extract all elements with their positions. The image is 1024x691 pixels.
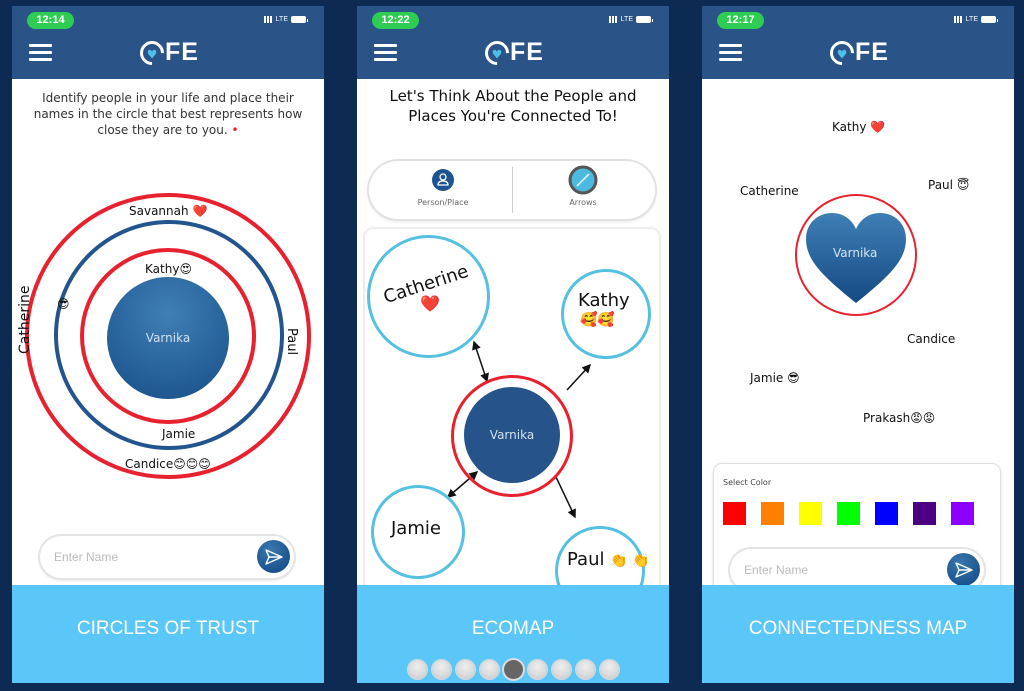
battery-icon (636, 16, 653, 23)
ecomap-node[interactable]: Catherine ❤️ (367, 235, 490, 358)
person-label[interactable]: Paul (284, 328, 299, 355)
pager-dot[interactable] (551, 660, 571, 679)
screen-caption: CONNECTEDNESS MAP (702, 585, 1014, 683)
heart-c-icon: ♥ (135, 35, 169, 70)
color-swatch-indigo[interactable] (913, 502, 936, 525)
status-time: 12:22 (372, 12, 419, 29)
color-swatch-violet[interactable] (951, 502, 974, 525)
pager-dot[interactable] (479, 660, 499, 679)
person-label[interactable]: Jamie 😎 (750, 371, 800, 385)
send-icon (264, 548, 283, 565)
center-person: Varnika (833, 246, 878, 260)
network-label: LTE (620, 16, 633, 23)
arrows-tool[interactable]: Arrows (513, 165, 653, 207)
signal-icon (953, 16, 963, 23)
instruction-text: Identify people in your life and place t… (33, 91, 303, 137)
person-icon (432, 169, 454, 191)
status-bar-icons: LTE (953, 16, 998, 23)
battery-icon (291, 16, 308, 23)
ecomap-screen: 12:22 LTE ♥ FE Let's Think About the Peo… (357, 6, 669, 683)
send-icon (954, 561, 973, 578)
app-header: 12:14 LTE ♥ FE (12, 6, 324, 79)
color-swatch-orange[interactable] (761, 502, 784, 525)
person-label[interactable]: Catherine (740, 184, 799, 198)
center-person: Varnika (464, 387, 560, 483)
signal-icon (608, 16, 618, 23)
connectedness-map-screen: 12:17 LTE ♥ FE Kathy ❤️ Catherine Paul 😇… (702, 6, 1014, 683)
send-button[interactable] (947, 553, 980, 586)
ecomap-node[interactable]: Jamie (371, 485, 465, 579)
hamburger-menu-icon[interactable] (374, 44, 397, 62)
person-label[interactable]: Kathy ❤️ (832, 120, 885, 134)
cfe-logo: ♥ FE (825, 35, 889, 70)
pager-dot[interactable] (599, 660, 619, 679)
center-person: Varnika (107, 277, 229, 399)
required-indicator: • (231, 123, 239, 137)
hamburger-menu-icon[interactable] (29, 44, 52, 62)
person-label[interactable]: Paul 😇 (928, 178, 969, 192)
circles-of-trust-screen: 12:14 LTE ♥ FE Identify people in your l… (12, 6, 324, 683)
name-input[interactable] (744, 560, 934, 580)
status-bar-icons: LTE (608, 16, 653, 23)
heart-c-icon: ♥ (825, 35, 859, 70)
person-emoji: 😎 (57, 297, 70, 311)
color-swatch-yellow[interactable] (799, 502, 822, 525)
person-label[interactable]: Candice😊😊😊 (125, 457, 211, 471)
pager-dot[interactable] (455, 660, 475, 679)
ecomap-canvas[interactable]: Catherine ❤️ Kathy 🥰🥰 Jamie Paul 👏 👏 Var… (365, 229, 659, 599)
person-label[interactable]: Candice (907, 332, 955, 346)
page-indicator (357, 660, 669, 679)
person-place-tool[interactable]: Person/Place (373, 169, 513, 207)
person-label[interactable]: Catherine (17, 286, 33, 354)
ecomap-toolbar: Person/Place Arrows (369, 161, 655, 219)
color-swatch-green[interactable] (837, 502, 860, 525)
select-color-label: Select Color (723, 478, 772, 487)
name-input[interactable] (54, 547, 244, 567)
screen-caption: CIRCLES OF TRUST (12, 585, 324, 683)
arrow-catherine (472, 340, 489, 383)
person-label[interactable]: Savannah ❤️ (129, 204, 207, 218)
pager-dot[interactable] (527, 660, 547, 679)
status-time: 12:14 (27, 12, 74, 29)
color-picker-panel: Select Color (714, 464, 1000, 604)
signal-icon (263, 16, 273, 23)
name-input-field[interactable] (40, 536, 294, 578)
person-label[interactable]: Prakash😡😡 (863, 411, 935, 425)
pager-dot[interactable] (431, 660, 451, 679)
person-label[interactable]: Kathy😍 (145, 262, 192, 276)
arrow-line-icon (568, 165, 598, 195)
app-header: 12:22 LTE ♥ FE (357, 6, 669, 79)
network-label: LTE (275, 16, 288, 23)
app-header: 12:17 LTE ♥ FE (702, 6, 1014, 79)
battery-icon (981, 16, 998, 23)
network-label: LTE (965, 16, 978, 23)
page-title: Let's Think About the People and Places … (389, 87, 637, 125)
status-time: 12:17 (717, 12, 764, 29)
cfe-logo: ♥ FE (480, 35, 544, 70)
hamburger-menu-icon[interactable] (719, 44, 742, 62)
status-bar-icons: LTE (263, 16, 308, 23)
heart-c-icon: ♥ (480, 35, 514, 70)
color-swatch-blue[interactable] (875, 502, 898, 525)
pager-dot-active[interactable] (503, 660, 523, 679)
arrow-paul (555, 476, 576, 519)
ecomap-node[interactable]: Kathy 🥰🥰 (561, 269, 651, 359)
color-swatch-red[interactable] (723, 502, 746, 525)
pager-dot[interactable] (575, 660, 595, 679)
cfe-logo: ♥ FE (135, 35, 199, 70)
person-label[interactable]: Jamie (162, 427, 195, 441)
send-button[interactable] (257, 540, 290, 573)
pager-dot[interactable] (407, 660, 427, 679)
arrow-kathy (566, 363, 592, 391)
